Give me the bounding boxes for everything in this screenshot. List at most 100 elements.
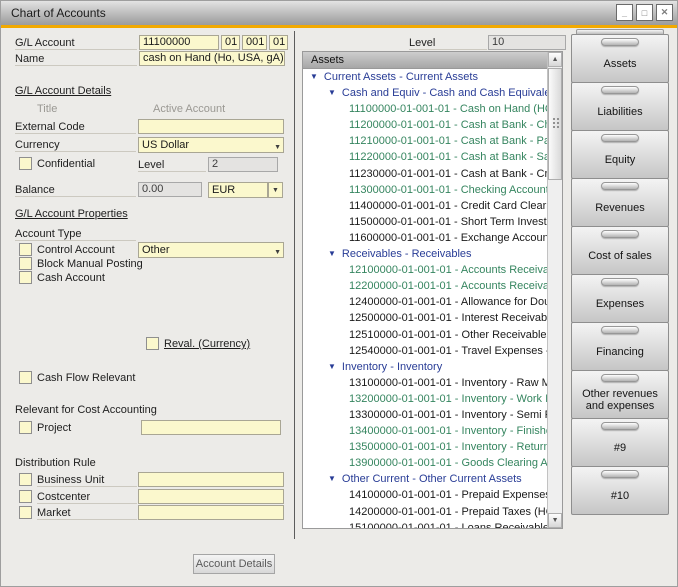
tree-account-row[interactable]: 15100000-01-001-01 - Loans Receivable - … bbox=[303, 520, 547, 528]
block-manual-posting-label: Block Manual Posting bbox=[37, 258, 143, 270]
gl-account-code-field[interactable]: 11100000 bbox=[139, 35, 219, 50]
currency-dropdown[interactable]: US Dollar▼ bbox=[138, 137, 284, 153]
drawer-label: Assets bbox=[601, 46, 638, 82]
tree-account-row[interactable]: 12200000-01-001-01 - Accounts Receivable… bbox=[303, 278, 547, 294]
chart-of-accounts-window: Chart of Accounts _ □ ✕ G/L Account 1110… bbox=[0, 0, 678, 587]
costcenter-field[interactable] bbox=[138, 489, 284, 504]
tree-account-row[interactable]: 11500000-01-001-01 - Short Term Investme… bbox=[303, 214, 547, 230]
tree-group-row[interactable]: ▼ Current Assets - Current Assets bbox=[303, 69, 547, 85]
tree-account-row[interactable]: 11400000-01-001-01 - Credit Card Clearin… bbox=[303, 198, 547, 214]
tree-account-row[interactable]: 13300000-01-001-01 - Inventory - Semi Fi… bbox=[303, 407, 547, 423]
tree-row-label: 11400000-01-001-01 - Credit Card Clearin… bbox=[349, 200, 547, 212]
tree-account-row[interactable]: 11210000-01-001-01 - Cash at Bank - Payr… bbox=[303, 133, 547, 149]
tree-account-row[interactable]: 13100000-01-001-01 - Inventory - Raw Mat… bbox=[303, 375, 547, 391]
cash-flow-relevant-checkbox[interactable] bbox=[19, 371, 32, 384]
gl-account-segment2-field[interactable]: 001 bbox=[242, 35, 267, 50]
tree-row-label: 13100000-01-001-01 - Inventory - Raw Mat… bbox=[349, 377, 547, 389]
drawer-assets[interactable]: Assets bbox=[571, 34, 669, 83]
tree-account-row[interactable]: 13500000-01-001-01 - Inventory - Returns… bbox=[303, 439, 547, 455]
tree-account-row[interactable]: 11300000-01-001-01 - Checking Account Cl… bbox=[303, 182, 547, 198]
business-unit-field[interactable] bbox=[138, 472, 284, 487]
drawer-handle bbox=[601, 182, 639, 190]
gl-account-segment3-field[interactable]: 01 bbox=[269, 35, 288, 50]
external-code-field[interactable] bbox=[138, 119, 284, 134]
drawer-label: Revenues bbox=[593, 190, 647, 226]
collapse-arrow-icon[interactable]: ▼ bbox=[328, 474, 336, 483]
tree-row-label: 14100000-01-001-01 - Prepaid Expenses (H… bbox=[349, 489, 547, 501]
tree-account-row[interactable]: 13900000-01-001-01 - Goods Clearing Acco… bbox=[303, 455, 547, 471]
control-account-checkbox[interactable] bbox=[19, 243, 32, 256]
market-checkbox[interactable] bbox=[19, 506, 32, 519]
tree-row-label: Current Assets - Current Assets bbox=[324, 71, 478, 83]
tree-account-row[interactable]: 11220000-01-001-01 - Cash at Bank - Savi… bbox=[303, 149, 547, 165]
confidential-checkbox[interactable] bbox=[19, 157, 32, 170]
scrollbar-thumb[interactable] bbox=[548, 68, 562, 180]
tree-account-row[interactable]: 13400000-01-001-01 - Inventory - Finishe… bbox=[303, 423, 547, 439]
title-bar[interactable]: Chart of Accounts _ □ ✕ bbox=[1, 1, 678, 25]
drawer-other-revenues-and-expenses[interactable]: Other revenues and expenses bbox=[571, 370, 669, 419]
balance-currency-field[interactable]: EUR bbox=[208, 182, 268, 198]
scroll-up-icon[interactable]: ▲ bbox=[548, 52, 562, 67]
cash-account-checkbox[interactable] bbox=[19, 271, 32, 284]
name-field[interactable]: cash on Hand (Ho, USA, gA) bbox=[139, 51, 285, 66]
external-code-label: External Code bbox=[15, 121, 136, 134]
tree-account-row[interactable]: 12100000-01-001-01 - Accounts Receivable… bbox=[303, 262, 547, 278]
tree-row-label: 11600000-01-001-01 - Exchange Account (H bbox=[349, 232, 547, 244]
account-type-dropdown[interactable]: Other▼ bbox=[138, 242, 284, 258]
costcenter-checkbox[interactable] bbox=[19, 490, 32, 503]
tree-account-row[interactable]: 11100000-01-001-01 - Cash on Hand (HO, U bbox=[303, 101, 547, 117]
tree-group-row[interactable]: ▼Other Current - Other Current Assets bbox=[303, 471, 547, 487]
drawer-equity[interactable]: Equity bbox=[571, 130, 669, 179]
project-checkbox[interactable] bbox=[19, 421, 32, 434]
drawer-liabilities[interactable]: Liabilities bbox=[571, 82, 669, 131]
tree-account-row[interactable]: 11600000-01-001-01 - Exchange Account (H bbox=[303, 230, 547, 246]
tree-account-row[interactable]: 14200000-01-001-01 - Prepaid Taxes (HO, … bbox=[303, 504, 547, 520]
cost-accounting-section-title: Relevant for Cost Accounting bbox=[15, 404, 157, 416]
tree-scrollbar[interactable]: ▲ ▼ bbox=[547, 52, 562, 528]
balance-currency-dropdown-button[interactable]: ▼ bbox=[268, 182, 283, 198]
chevron-down-icon: ▼ bbox=[272, 187, 279, 194]
drawer-9[interactable]: #9 bbox=[571, 418, 669, 467]
tree-account-row[interactable]: 11200000-01-001-01 - Cash at Bank - Chec… bbox=[303, 117, 547, 133]
tree-account-row[interactable]: 12500000-01-001-01 - Interest Receivable… bbox=[303, 310, 547, 326]
collapse-arrow-icon[interactable]: ▼ bbox=[310, 72, 318, 81]
tree-row-label: 14200000-01-001-01 - Prepaid Taxes (HO, … bbox=[349, 506, 547, 518]
account-details-button[interactable]: Account Details bbox=[193, 554, 275, 574]
market-field[interactable] bbox=[138, 505, 284, 520]
tree-row-label: 12510000-01-001-01 - Other Receivables (… bbox=[349, 329, 547, 341]
maximize-icon[interactable]: □ bbox=[636, 4, 653, 21]
reval-currency-checkbox[interactable] bbox=[146, 337, 159, 350]
account-details-button-label: Account Details bbox=[196, 558, 272, 570]
tree-account-row[interactable]: 12540000-01-001-01 - Travel Expenses - A… bbox=[303, 343, 547, 359]
detail-level-field: 2 bbox=[208, 157, 278, 172]
drawer-handle bbox=[601, 326, 639, 334]
account-tree-rows: ▼ Current Assets - Current Assets ▼Cash an… bbox=[303, 69, 547, 528]
close-icon[interactable]: ✕ bbox=[656, 4, 673, 21]
collapse-arrow-icon[interactable]: ▼ bbox=[328, 88, 336, 97]
collapse-arrow-icon[interactable]: ▼ bbox=[328, 362, 336, 371]
gl-account-label: G/L Account bbox=[15, 37, 137, 50]
tree-account-row[interactable]: 13200000-01-001-01 - Inventory - Work In bbox=[303, 391, 547, 407]
drawer-cost-of-sales[interactable]: Cost of sales bbox=[571, 226, 669, 275]
business-unit-checkbox[interactable] bbox=[19, 473, 32, 486]
name-label: Name bbox=[15, 53, 137, 66]
collapse-arrow-icon[interactable]: ▼ bbox=[328, 249, 336, 258]
minimize-icon[interactable]: _ bbox=[616, 4, 633, 21]
tree-account-row[interactable]: 12510000-01-001-01 - Other Receivables (… bbox=[303, 327, 547, 343]
gl-account-segment1-field[interactable]: 01 bbox=[221, 35, 240, 50]
scroll-down-icon[interactable]: ▼ bbox=[548, 513, 562, 528]
tree-account-row[interactable]: 14100000-01-001-01 - Prepaid Expenses (H… bbox=[303, 487, 547, 503]
drawer-financing[interactable]: Financing bbox=[571, 322, 669, 371]
drawer-10[interactable]: #10 bbox=[571, 466, 669, 515]
drawer-expenses[interactable]: Expenses bbox=[571, 274, 669, 323]
tree-account-row[interactable]: 12400000-01-001-01 - Allowance for Doubt… bbox=[303, 294, 547, 310]
tree-account-row[interactable]: 11230000-01-001-01 - Cash at Bank - Cred… bbox=[303, 166, 547, 182]
tree-header: Assets bbox=[303, 52, 547, 69]
chevron-down-icon: ▼ bbox=[274, 141, 281, 155]
block-manual-posting-checkbox[interactable] bbox=[19, 257, 32, 270]
tree-group-row[interactable]: ▼Cash and Equiv - Cash and Cash Equivale… bbox=[303, 85, 547, 101]
tree-group-row[interactable]: ▼Inventory - Inventory bbox=[303, 359, 547, 375]
drawer-revenues[interactable]: Revenues bbox=[571, 178, 669, 227]
project-field[interactable] bbox=[141, 420, 281, 435]
tree-group-row[interactable]: ▼Receivables - Receivables bbox=[303, 246, 547, 262]
